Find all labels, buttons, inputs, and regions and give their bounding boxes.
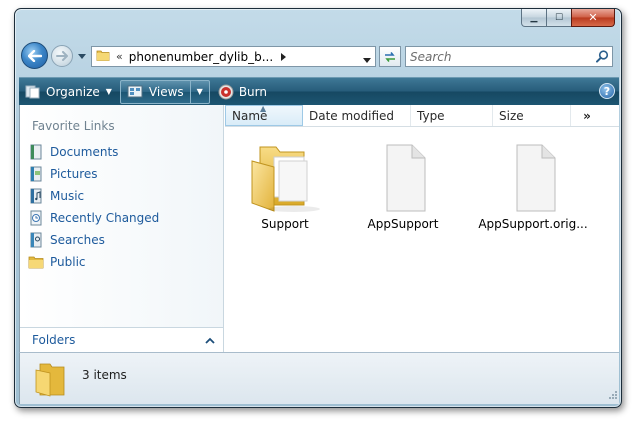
command-toolbar: Organize ▼ Views ▼ Burn ? xyxy=(19,77,619,105)
file-name: Support xyxy=(261,217,309,231)
more-columns-button[interactable]: » xyxy=(571,105,603,126)
item-count: 3 items xyxy=(82,368,127,382)
folders-toggle[interactable]: Folders xyxy=(20,327,223,352)
burn-button[interactable]: Burn xyxy=(212,81,273,103)
more-columns-icon: » xyxy=(583,108,591,123)
details-pane: 3 items xyxy=(19,352,619,404)
column-header-type[interactable]: Type xyxy=(411,105,493,126)
documents-icon xyxy=(28,144,44,160)
navigation-bar: « phonenumber_dylib_b... xyxy=(19,41,617,71)
file-items: Support AppSupport AppSupport.orig... xyxy=(225,135,619,335)
minimize-button[interactable]: ▁ xyxy=(521,9,547,27)
views-split-button: Views ▼ xyxy=(119,79,210,104)
sidebar-item-documents[interactable]: Documents xyxy=(28,141,159,163)
file-item-appsupport-orig[interactable]: AppSupport.orig... xyxy=(473,143,593,231)
organize-label: Organize xyxy=(46,84,100,99)
chevron-up-icon xyxy=(205,333,215,347)
column-header-size[interactable]: Size xyxy=(493,105,571,126)
folders-label: Folders xyxy=(32,333,76,347)
navigation-pane: Favorite Links Documents Pictures Music … xyxy=(20,105,224,352)
blank-file-icon xyxy=(516,144,556,212)
file-list-pane: ▲ Name Date modified Type Size » Support… xyxy=(225,104,619,352)
burn-icon xyxy=(218,84,234,99)
public-folder-icon xyxy=(28,254,44,270)
content-panes: Favorite Links Documents Pictures Music … xyxy=(19,104,619,352)
views-label: Views xyxy=(148,84,184,99)
file-item-support[interactable]: Support xyxy=(225,143,345,231)
column-headers: ▲ Name Date modified Type Size » xyxy=(225,104,619,127)
maximize-icon: ☐ xyxy=(554,12,564,23)
caption-buttons: ▁ ☐ ✕ xyxy=(521,9,615,27)
refresh-icon xyxy=(385,51,395,62)
burn-label: Burn xyxy=(238,84,267,99)
sort-ascending-icon: ▲ xyxy=(260,104,267,113)
sidebar-item-label: Searches xyxy=(50,233,105,247)
sidebar-item-music[interactable]: Music xyxy=(28,185,159,207)
sidebar-item-recently-changed[interactable]: Recently Changed xyxy=(28,207,159,229)
file-name: AppSupport.orig... xyxy=(478,217,588,231)
column-header-date-modified[interactable]: Date modified xyxy=(303,105,411,126)
close-icon: ✕ xyxy=(588,11,598,24)
blank-file-icon xyxy=(386,144,426,212)
sidebar-item-searches[interactable]: Searches xyxy=(28,229,159,251)
sidebar-item-label: Public xyxy=(50,255,86,269)
help-icon: ? xyxy=(603,84,611,98)
views-icon xyxy=(127,85,143,98)
file-name: AppSupport xyxy=(367,217,439,231)
views-button[interactable]: Views xyxy=(121,81,190,103)
organize-icon xyxy=(25,85,40,98)
file-item-appsupport[interactable]: AppSupport xyxy=(343,143,463,231)
searches-icon xyxy=(28,232,44,248)
folder-icon xyxy=(34,361,68,400)
pictures-icon xyxy=(28,166,44,182)
recently-changed-icon xyxy=(28,210,44,226)
folder-icon xyxy=(251,146,320,212)
search-input[interactable] xyxy=(406,48,592,65)
back-arrow-icon xyxy=(27,49,42,62)
help-button[interactable]: ? xyxy=(599,83,615,99)
sidebar-item-pictures[interactable]: Pictures xyxy=(28,163,159,185)
maximize-button[interactable]: ☐ xyxy=(546,9,572,27)
sidebar-item-label: Pictures xyxy=(50,167,98,181)
search-box xyxy=(405,46,613,67)
explorer-window: ▁ ☐ ✕ « phonenumber_dylib_b... Search Or… xyxy=(14,8,622,408)
column-header-name[interactable]: ▲ Name xyxy=(225,104,303,126)
organize-button[interactable]: Organize ▼ xyxy=(19,81,118,103)
column-label: Type xyxy=(417,108,445,123)
favorite-links-heading: Favorite Links xyxy=(32,119,115,133)
sidebar-item-label: Documents xyxy=(50,145,119,159)
chevron-down-icon xyxy=(78,53,86,59)
forward-arrow-icon xyxy=(56,51,68,61)
recent-pages-dropdown[interactable] xyxy=(77,51,87,61)
breadcrumb-current-folder[interactable]: phonenumber_dylib_b... xyxy=(129,50,273,64)
breadcrumb-arrow-icon[interactable] xyxy=(281,50,287,64)
resize-grip-icon[interactable] xyxy=(607,388,617,402)
address-dropdown-icon[interactable] xyxy=(363,52,371,66)
chevron-down-icon: ▼ xyxy=(196,87,203,96)
close-button[interactable]: ✕ xyxy=(571,9,615,27)
sidebar-item-label: Recently Changed xyxy=(50,211,160,225)
refresh-button[interactable] xyxy=(379,46,401,67)
chevron-down-icon: ▼ xyxy=(105,87,112,96)
column-label: Date modified xyxy=(309,108,395,123)
music-icon xyxy=(28,188,44,204)
search-icon[interactable] xyxy=(592,50,612,63)
back-button[interactable] xyxy=(21,42,48,69)
forward-button[interactable] xyxy=(51,45,73,67)
breadcrumb-overflow[interactable]: « xyxy=(116,50,123,63)
sidebar-item-public[interactable]: Public xyxy=(28,251,159,273)
address-bar[interactable]: « phonenumber_dylib_b... xyxy=(91,46,376,67)
minimize-icon: ▁ xyxy=(530,12,538,23)
sidebar-item-label: Music xyxy=(50,189,85,203)
views-dropdown-button[interactable]: ▼ xyxy=(191,81,209,103)
column-label: Size xyxy=(499,108,524,123)
favorite-links-list: Documents Pictures Music Recently Change… xyxy=(28,141,159,273)
folder-icon xyxy=(96,48,110,65)
